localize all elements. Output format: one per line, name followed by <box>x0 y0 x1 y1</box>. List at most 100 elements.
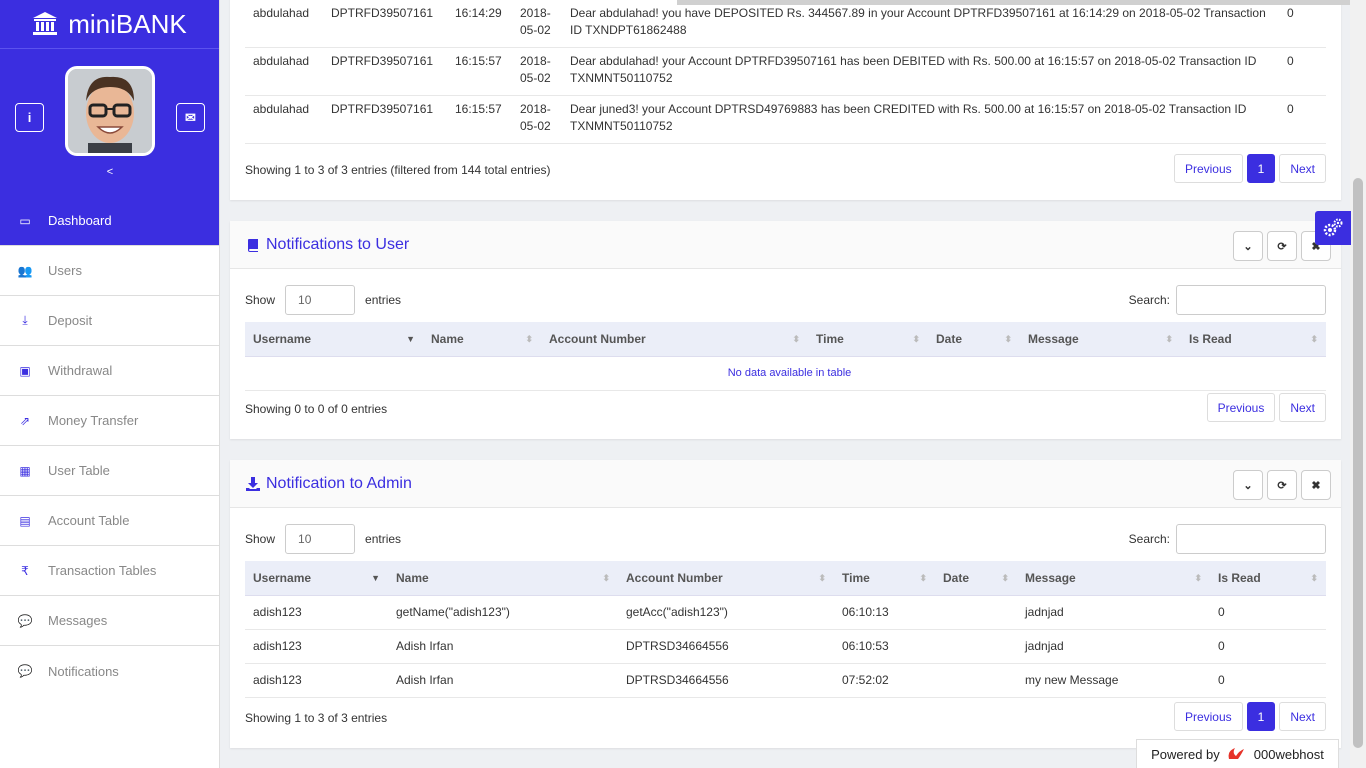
panel-title: Notifications to User <box>266 235 410 253</box>
column-header-message[interactable]: Message ⬍ <box>1017 561 1210 596</box>
next-button[interactable]: Next <box>1279 393 1326 422</box>
mail-button[interactable]: ✉ <box>176 103 205 132</box>
column-header-time[interactable]: Time ⬍ <box>834 561 935 596</box>
share-icon: ⇗ <box>19 413 31 428</box>
avatar-image <box>68 69 152 153</box>
previous-button[interactable]: Previous <box>1173 702 1243 731</box>
sidebar-item-dashboard[interactable]: ▭ Dashboard <box>0 196 219 246</box>
chevron-down-icon: ⌄ <box>1243 479 1253 492</box>
column-header-name[interactable]: Name ⬍ <box>423 322 541 357</box>
refresh-icon: ⟳ <box>1277 240 1287 253</box>
info-button[interactable]: i <box>15 103 44 132</box>
table-controls: Show entries Search: <box>230 269 1341 319</box>
cell-message: jadnjad <box>1017 595 1210 630</box>
column-header-is-read[interactable]: Is Read ⬍ <box>1210 561 1326 596</box>
column-header-label: Message <box>1025 570 1076 585</box>
close-icon: ✖ <box>1311 479 1321 492</box>
sidebar-collapse-toggle[interactable]: < <box>0 166 220 178</box>
collapse-button[interactable]: ⌄ <box>1233 231 1263 261</box>
cell-is-read: 0 <box>1210 663 1326 698</box>
sidebar-item-transaction-tables[interactable]: ₹ Transaction Tables <box>0 546 219 596</box>
column-header-account-number[interactable]: Account Number ⬍ <box>541 322 808 357</box>
search-input[interactable] <box>1176 285 1326 315</box>
cell-username: abdulahad <box>245 0 323 48</box>
cell-name: Adish Irfan <box>388 663 618 698</box>
admin-notifications-panel: Notification to Admin ⌄ ⟳ ✖ Show entries… <box>230 460 1341 748</box>
search-label: Search: <box>1128 293 1170 307</box>
sort-desc-icon: ▼ <box>371 573 380 583</box>
user-notifications-table: Username ▼ Name ⬍ Account Number ⬍ Time ⬍ Date ⬍ M… <box>245 322 1326 391</box>
page-length-select[interactable] <box>285 285 356 315</box>
users-icon: 👥 <box>17 263 33 278</box>
sidebar-item-label: Messages <box>48 613 108 628</box>
column-header-is-read[interactable]: Is Read ⬍ <box>1181 322 1326 357</box>
cell-message: Dear juned3! your Account DPTRSD49769883… <box>562 95 1279 144</box>
cell-time: 06:10:13 <box>834 595 935 630</box>
close-button[interactable]: ✖ <box>1301 470 1331 500</box>
host-name: 000webhost <box>1253 746 1324 762</box>
column-header-label: Account Number <box>549 331 646 346</box>
column-header-username[interactable]: Username ▼ <box>245 561 388 596</box>
cell-account: DPTRFD39507161 <box>323 0 447 48</box>
sort-icon: ⬍ <box>1310 573 1318 583</box>
sidebar-item-label: Account Table <box>48 513 130 528</box>
powered-by-badge[interactable]: Powered by 000webhost <box>1136 739 1339 768</box>
column-header-label: Name <box>431 331 464 346</box>
page-length-select[interactable] <box>285 524 356 554</box>
cell-date <box>935 595 1017 630</box>
scrollbar[interactable] <box>1350 0 1366 768</box>
table-info: Showing 0 to 0 of 0 entries <box>245 402 388 416</box>
cell-message: Dear abdulahad! your Account DPTRFD39507… <box>562 47 1279 96</box>
brand[interactable]: miniBANK <box>0 0 219 49</box>
sort-icon: ⬍ <box>1004 334 1012 344</box>
sidebar-item-label: Notifications <box>48 663 119 679</box>
page-1-button[interactable]: 1 <box>1246 702 1276 731</box>
admin-notifications-table: Username ▼ Name ⬍ Account Number ⬍ Time ⬍ Date ⬍ M… <box>245 561 1326 698</box>
column-header-username[interactable]: Username ▼ <box>245 322 423 357</box>
sidebar-item-users[interactable]: 👥 Users <box>0 246 219 296</box>
table-icon: ▦ <box>19 463 31 478</box>
sidebar-item-money-transfer[interactable]: ⇗ Money Transfer <box>0 396 219 446</box>
column-header-time[interactable]: Time ⬍ <box>808 322 928 357</box>
cell-name: getName("adish123") <box>388 595 618 630</box>
sidebar-item-account-table[interactable]: ▤ Account Table <box>0 496 219 546</box>
cell-date <box>935 629 1017 664</box>
column-header-date[interactable]: Date ⬍ <box>928 322 1020 357</box>
sidebar-item-notifications[interactable]: 💬 Notifications <box>0 646 219 696</box>
scrollbar-thumb[interactable] <box>1353 178 1363 748</box>
refresh-button[interactable]: ⟳ <box>1267 470 1297 500</box>
sidebar-item-deposit[interactable]: ⤓ Deposit <box>0 296 219 346</box>
sort-icon: ⬍ <box>912 334 920 344</box>
sidebar-item-withdrawal[interactable]: ▣ Withdrawal <box>0 346 219 396</box>
sidebar-item-messages[interactable]: 💬 Messages <box>0 596 219 646</box>
cell-account: getAcc("adish123") <box>618 595 834 630</box>
column-header-name[interactable]: Name ⬍ <box>388 561 618 596</box>
sort-icon: ⬍ <box>1310 334 1318 344</box>
table-row: adish123 Adish Irfan DPTRSD34664556 06:10:5… <box>245 629 1326 664</box>
sort-icon: ⬍ <box>792 334 800 344</box>
sidebar-item-user-table[interactable]: ▦ User Table <box>0 446 219 496</box>
cell-time: 16:14:29 <box>447 0 512 48</box>
powered-by-label: Powered by <box>1151 746 1220 762</box>
previous-button[interactable]: Previous <box>1173 154 1243 183</box>
cell-date <box>935 663 1017 698</box>
next-button[interactable]: Next <box>1279 154 1326 183</box>
search-input[interactable] <box>1176 524 1326 554</box>
table-row: adish123 Adish Irfan DPTRSD34664556 07:52:0… <box>245 663 1326 698</box>
top-table-pager: Previous 1 Next <box>1173 154 1326 183</box>
settings-button[interactable] <box>1315 211 1351 245</box>
chevron-down-icon: ⌄ <box>1243 240 1253 253</box>
collapse-button[interactable]: ⌄ <box>1233 470 1263 500</box>
page-1-button[interactable]: 1 <box>1246 154 1276 183</box>
column-header-account-number[interactable]: Account Number ⬍ <box>618 561 834 596</box>
column-header-message[interactable]: Message ⬍ <box>1020 322 1181 357</box>
cell-is-read: 0 <box>1279 0 1326 48</box>
desktop-icon: ▭ <box>19 213 31 228</box>
table-row: adish123 getName("adish123") getAcc("adish… <box>245 595 1326 630</box>
previous-button[interactable]: Previous <box>1206 393 1276 422</box>
column-header-date[interactable]: Date ⬍ <box>935 561 1017 596</box>
cell-date: 2018-05-02 <box>512 47 562 96</box>
sort-icon: ⬍ <box>919 573 927 583</box>
refresh-button[interactable]: ⟳ <box>1267 231 1297 261</box>
next-button[interactable]: Next <box>1279 702 1326 731</box>
